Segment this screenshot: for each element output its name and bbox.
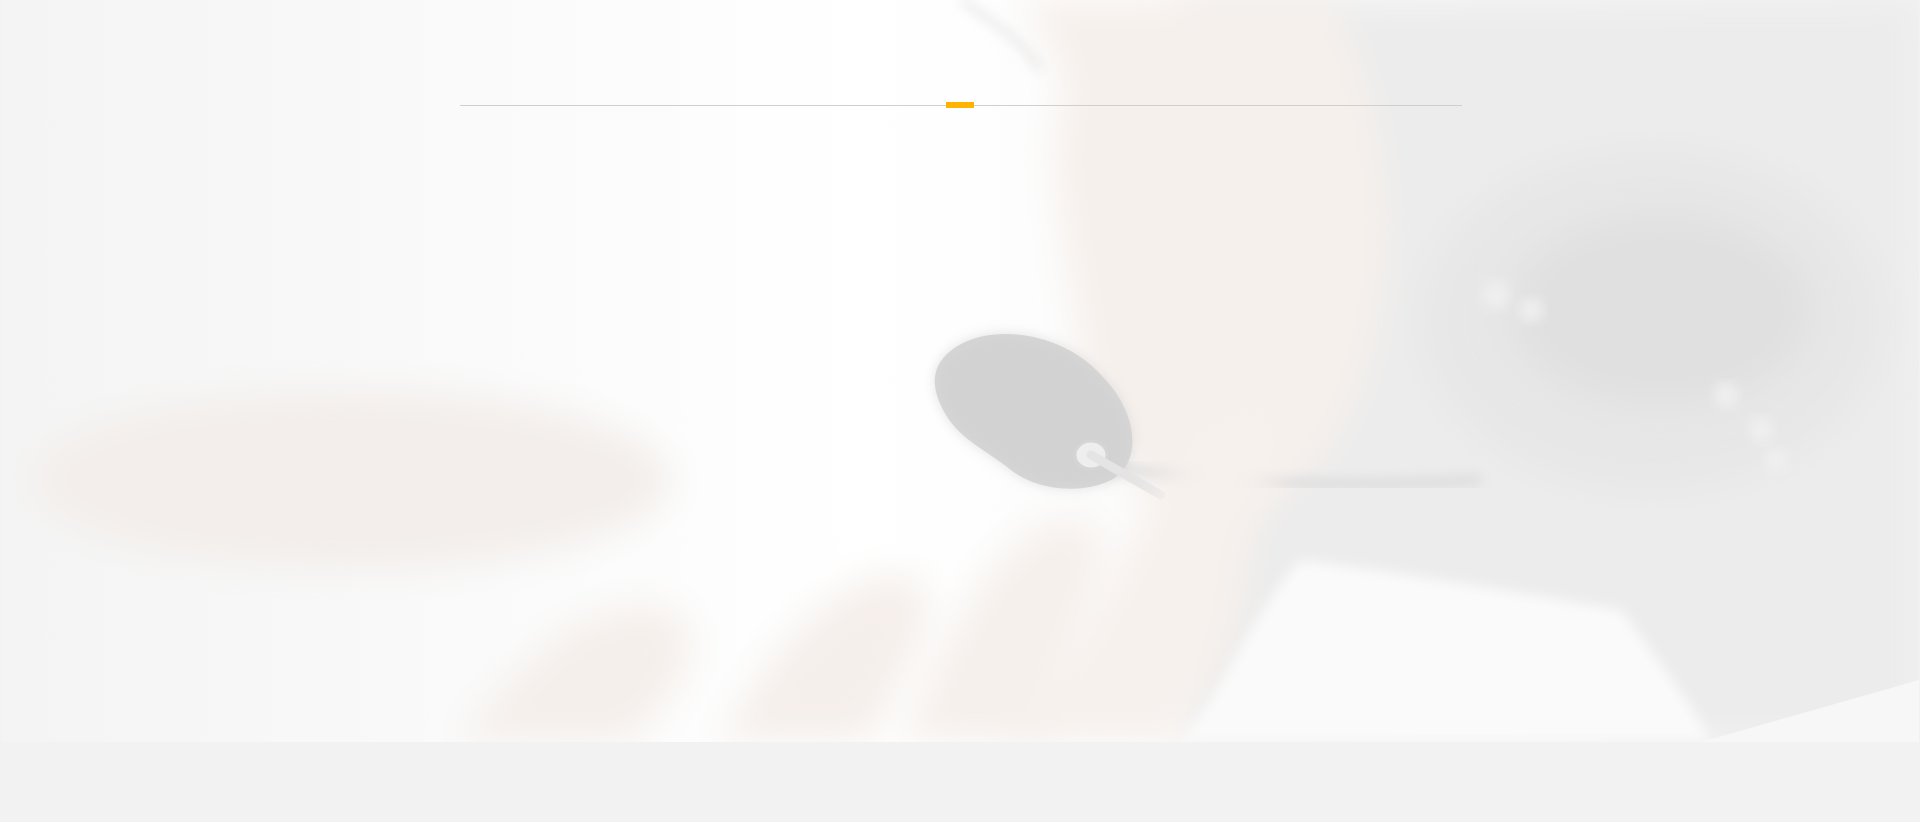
content-area-background xyxy=(0,742,1920,822)
hero-banner xyxy=(1,0,1919,742)
page xyxy=(0,0,1920,822)
hero-background-image xyxy=(1,0,1919,742)
section-accent-mark xyxy=(946,102,974,108)
